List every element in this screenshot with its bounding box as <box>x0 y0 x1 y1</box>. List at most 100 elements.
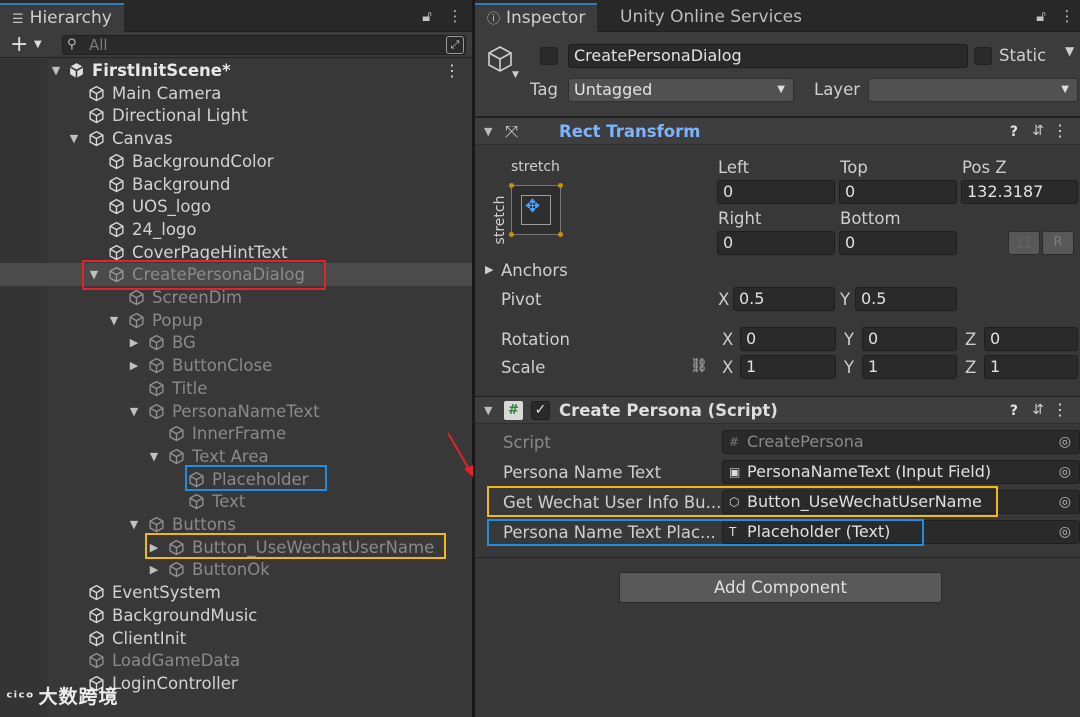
hierarchy-item[interactable]: Main Camera <box>0 82 472 105</box>
hierarchy-item[interactable]: ▶ Button_UseWechatUserName <box>0 536 472 559</box>
pivot-y-field[interactable]: 0.5 <box>855 287 957 311</box>
collapse-arrow-icon[interactable]: ▶ <box>128 331 140 354</box>
hierarchy-item[interactable]: ClientInit <box>0 627 472 650</box>
collapse-arrow-icon[interactable]: ▶ <box>148 536 160 559</box>
component-menu-icon[interactable]: ⋮ <box>1052 121 1068 140</box>
hierarchy-item[interactable]: ▶ ButtonClose <box>0 354 472 377</box>
hierarchy-item[interactable]: ▼ CreatePersonaDialog <box>0 263 472 287</box>
object-name-field[interactable]: CreatePersonaDialog <box>568 44 968 68</box>
fold-arrow-icon[interactable]: ▼ <box>484 397 492 425</box>
hierarchy-item[interactable]: LoadGameData <box>0 649 472 672</box>
gameobject-cube-icon <box>169 426 184 442</box>
anchors-label[interactable]: Anchors <box>501 261 568 280</box>
right-field[interactable]: 0 <box>717 231 835 255</box>
panel-menu-icon[interactable]: ⋮ <box>446 6 464 26</box>
hierarchy-item[interactable]: EventSystem <box>0 581 472 604</box>
hierarchy-item[interactable]: ▶ ButtonOk <box>0 558 472 581</box>
scene-search-button[interactable]: ⤢ <box>446 36 464 54</box>
rotation-x-field[interactable]: 0 <box>740 327 836 351</box>
bottom-label: Bottom <box>840 209 901 228</box>
tab-inspector[interactable]: ⓘ Inspector <box>475 3 598 32</box>
help-icon[interactable]: ? <box>1010 403 1018 419</box>
raw-edit-button[interactable]: R <box>1042 231 1074 255</box>
chevron-down-icon[interactable]: ▼ <box>512 70 519 80</box>
search-input[interactable]: All <box>62 35 466 55</box>
gameobject-cube-icon[interactable] <box>485 44 515 74</box>
presets-icon[interactable]: ⇵ <box>1032 123 1044 139</box>
collapse-arrow-icon[interactable]: ▶ <box>128 354 140 377</box>
scene-row[interactable]: ▼ FirstInitScene* ⋮ <box>0 59 472 82</box>
expand-arrow-icon[interactable]: ▼ <box>50 59 62 82</box>
persona-name-text-field[interactable]: ▣ PersonaNameText (Input Field) ◎ <box>722 460 1080 484</box>
expand-arrow-icon[interactable]: ▼ <box>68 127 80 150</box>
pivot-x-field[interactable]: 0.5 <box>733 287 835 311</box>
top-field[interactable]: 0 <box>839 180 957 204</box>
anchor-presets-button[interactable]: ✥ <box>509 183 563 237</box>
gameobject-cube-icon <box>149 403 164 419</box>
hierarchy-item[interactable]: BackgroundColor <box>0 150 472 173</box>
hierarchy-item[interactable]: UOS_logo <box>0 195 472 218</box>
hierarchy-item[interactable]: InnerFrame <box>0 422 472 445</box>
component-menu-icon[interactable]: ⋮ <box>1052 400 1068 419</box>
expand-arrow-icon[interactable]: ▼ <box>108 309 120 332</box>
hierarchy-item[interactable]: CoverPageHintText <box>0 241 472 264</box>
rect-transform-header[interactable]: ▼ ⤧ Rect Transform ? ⇵ ⋮ <box>475 117 1080 145</box>
tag-dropdown[interactable]: Untagged ▼ <box>568 78 794 102</box>
rotation-z-field[interactable]: 0 <box>984 327 1078 351</box>
component-enabled-checkbox[interactable]: ✓ <box>531 401 550 420</box>
bottom-field[interactable]: 0 <box>839 231 957 255</box>
rotation-y-field[interactable]: 0 <box>862 327 957 351</box>
hierarchy-item[interactable]: ▼ PersonaNameText <box>0 400 472 423</box>
static-checkbox[interactable] <box>974 47 992 65</box>
scale-z-field[interactable]: 1 <box>984 355 1078 379</box>
object-picker-icon[interactable]: ◎ <box>1059 521 1071 543</box>
panel-menu-icon[interactable]: ⋮ <box>1058 6 1076 26</box>
hierarchy-item[interactable]: Directional Light <box>0 104 472 127</box>
tab-hierarchy[interactable]: ☰ Hierarchy <box>0 3 124 32</box>
persona-placeholder-field[interactable]: T Placeholder (Text) ◎ <box>722 520 1080 544</box>
expand-arrow-icon[interactable]: ▼ <box>128 513 140 536</box>
hierarchy-item[interactable]: ▼ Text Area <box>0 445 472 468</box>
chevron-down-icon[interactable]: ▼ <box>34 32 42 58</box>
hierarchy-item[interactable]: Background <box>0 173 472 196</box>
hierarchy-item[interactable]: BackgroundMusic <box>0 604 472 627</box>
scene-menu-icon[interactable]: ⋮ <box>444 59 460 82</box>
hierarchy-item[interactable]: ▼ Buttons <box>0 513 472 536</box>
object-picker-icon[interactable]: ◎ <box>1059 461 1071 483</box>
fold-arrow-icon[interactable]: ▼ <box>484 118 492 146</box>
hierarchy-item[interactable]: 24_logo <box>0 218 472 241</box>
active-checkbox[interactable] <box>540 47 558 65</box>
hierarchy-item[interactable]: Placeholder <box>0 468 472 491</box>
static-dropdown-icon[interactable]: ▼ <box>1065 44 1074 58</box>
object-picker-icon[interactable]: ◎ <box>1059 491 1071 513</box>
posz-field[interactable]: 132.3187 <box>961 180 1078 204</box>
collapse-arrow-icon[interactable]: ▶ <box>148 558 160 581</box>
hierarchy-item[interactable]: ScreenDim <box>0 286 472 309</box>
expand-arrow-icon[interactable]: ▼ <box>88 263 100 286</box>
add-component-button[interactable]: Add Component <box>619 572 942 603</box>
hierarchy-item[interactable]: ▶ BG <box>0 331 472 354</box>
wechat-button-field[interactable]: ⬡ Button_UseWechatUserName ◎ <box>722 490 1080 514</box>
expand-arrow-icon[interactable]: ▼ <box>128 400 140 423</box>
layer-dropdown[interactable]: ▼ <box>868 78 1078 102</box>
x-label: X <box>722 330 734 349</box>
presets-icon[interactable]: ⇵ <box>1032 402 1044 418</box>
scale-y-field[interactable]: 1 <box>862 355 957 379</box>
create-button[interactable]: + <box>10 32 28 58</box>
left-field[interactable]: 0 <box>717 180 835 204</box>
expand-arrow-icon[interactable]: ▼ <box>148 445 160 468</box>
anchors-fold-icon[interactable]: ▶ <box>485 263 493 276</box>
lock-icon[interactable]: 🔓︎ <box>418 6 436 26</box>
help-icon[interactable]: ? <box>1010 124 1018 140</box>
constrain-proportions-icon[interactable]: ⛓ <box>690 358 708 374</box>
hierarchy-item[interactable]: ▼ Canvas <box>0 127 472 150</box>
scale-x-field[interactable]: 1 <box>740 355 836 379</box>
hierarchy-item[interactable]: Title <box>0 377 472 400</box>
hierarchy-item[interactable]: ▼ Popup <box>0 309 472 332</box>
lock-icon[interactable]: 🔓︎ <box>1032 6 1050 26</box>
hierarchy-item[interactable]: Text <box>0 490 472 513</box>
tab-unity-online-services[interactable]: Unity Online Services <box>608 3 814 32</box>
watermark: ᶜⁱᶜᵒ 大数跨境 <box>6 686 119 708</box>
blueprint-mode-button[interactable]: ⬚ <box>1008 231 1040 255</box>
script-component-header[interactable]: ▼ # ✓ Create Persona (Script) ? ⇵ ⋮ <box>475 396 1080 424</box>
